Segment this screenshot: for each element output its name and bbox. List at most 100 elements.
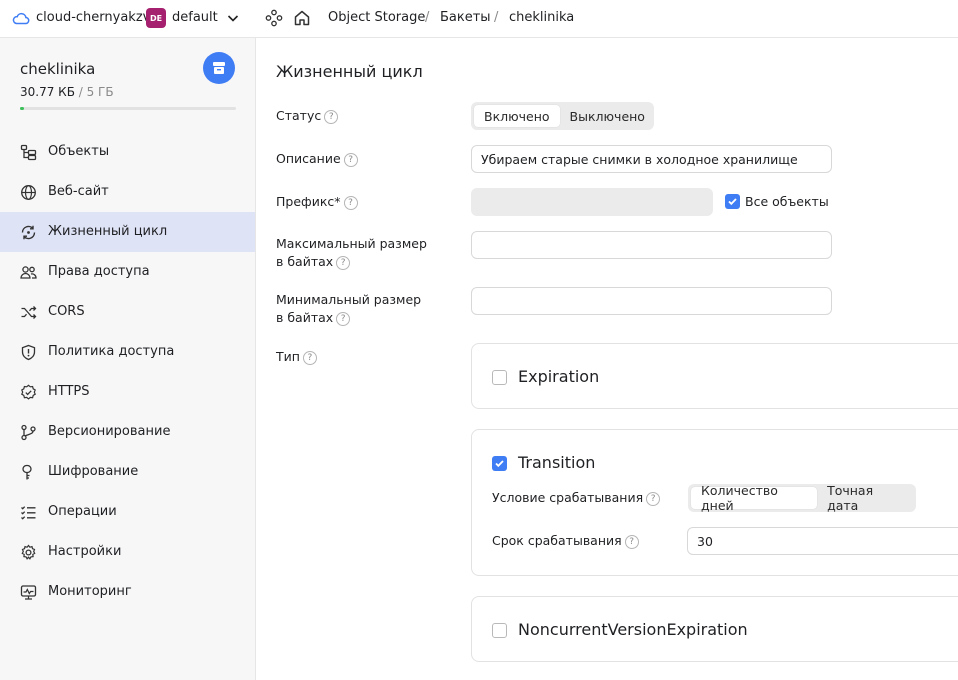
help-icon[interactable]: ? xyxy=(624,534,639,549)
sidebar-item-website[interactable]: Веб-сайт xyxy=(0,172,255,212)
trigger-condition-segmented: Количество дней Точная дата xyxy=(688,483,916,513)
folder-badge: DE xyxy=(146,8,166,28)
sidebar: cheklinika 30.77 КБ / 5 ГБ Объекты Веб-с… xyxy=(0,38,256,680)
sidebar-item-label: Объекты xyxy=(48,144,110,159)
expiration-title: Expiration xyxy=(518,367,600,386)
all-objects-label: Все объекты xyxy=(745,194,829,209)
help-icon[interactable]: ? xyxy=(324,109,339,124)
help-icon[interactable]: ? xyxy=(646,491,661,506)
sidebar-item-label: Настройки xyxy=(48,544,122,559)
bucket-avatar xyxy=(203,52,235,84)
rule-card-noncurrent: NoncurrentVersionExpiration xyxy=(471,596,958,662)
top-bar: cloud-chernyakzv DE default Object Stora… xyxy=(0,0,958,38)
description-label-text: Описание xyxy=(276,151,341,166)
folder-name[interactable]: default xyxy=(172,10,218,25)
sidebar-item-label: Жизненный цикл xyxy=(48,224,168,239)
sidebar-item-https[interactable]: HTTPS xyxy=(0,372,255,412)
services-hub-icon[interactable] xyxy=(265,9,283,27)
min-size-label-line2: в байтах xyxy=(276,310,334,325)
sidebar-item-encryption[interactable]: Шифрование xyxy=(0,452,255,492)
bucket-usage: 30.77 КБ / 5 ГБ xyxy=(20,85,114,99)
sidebar-item-label: Версионирование xyxy=(48,424,171,439)
trigger-condition-label: Условие срабатывания? xyxy=(492,490,661,506)
chevron-down-icon[interactable] xyxy=(226,11,240,25)
rule-card-transition: Transition Условие срабатывания? Количес… xyxy=(471,429,958,576)
help-icon[interactable]: ? xyxy=(343,152,358,167)
max-size-label: Максимальный размер в байтах? xyxy=(276,235,427,271)
trigger-condition-label-text: Условие срабатывания xyxy=(492,490,644,505)
sidebar-item-cors[interactable]: CORS xyxy=(0,292,255,332)
checkbox-checked-icon xyxy=(725,194,740,209)
sidebar-item-operations[interactable]: Операции xyxy=(0,492,255,532)
sidebar-item-label: HTTPS xyxy=(48,384,90,399)
transition-title: Transition xyxy=(518,453,596,472)
trigger-period-input[interactable]: 30 xyxy=(687,527,958,555)
status-label-text: Статус xyxy=(276,108,322,123)
help-icon[interactable]: ? xyxy=(336,255,351,270)
type-label-text: Тип xyxy=(276,349,300,364)
key-icon xyxy=(22,464,32,480)
monitor-icon xyxy=(20,585,37,600)
status-segmented: Включено Выключено xyxy=(471,102,654,130)
sidebar-item-access-policy[interactable]: Политика доступа xyxy=(0,332,255,372)
users-icon xyxy=(20,266,37,279)
expiration-checkbox[interactable] xyxy=(492,370,507,385)
breadcrumb-object-storage[interactable]: Object Storage xyxy=(328,10,425,25)
page-title: Жизненный цикл xyxy=(276,62,423,81)
breadcrumb-separator: / xyxy=(494,10,499,25)
transition-checkbox[interactable] xyxy=(492,456,507,471)
bucket-name: cheklinika xyxy=(20,60,96,78)
shuffle-icon xyxy=(21,306,37,319)
description-input[interactable]: Убираем старые снимки в холодное хранили… xyxy=(471,145,832,173)
sidebar-item-objects[interactable]: Объекты xyxy=(0,132,255,172)
status-option-disabled[interactable]: Выключено xyxy=(560,105,655,127)
min-size-label-line1: Минимальный размер xyxy=(276,292,422,307)
min-size-input[interactable] xyxy=(471,287,832,315)
trigger-period-label: Срок срабатывания? xyxy=(492,533,639,549)
breadcrumb-current: cheklinika xyxy=(509,10,575,25)
cloud-name[interactable]: cloud-chernyakzv xyxy=(36,10,150,25)
prefix-input[interactable] xyxy=(471,188,713,216)
max-size-input[interactable] xyxy=(471,231,832,259)
status-label: Статус? xyxy=(276,107,339,125)
home-icon[interactable] xyxy=(293,9,311,27)
usage-total: / 5 ГБ xyxy=(78,85,114,99)
help-icon[interactable]: ? xyxy=(302,350,317,365)
sidebar-item-label: Веб-сайт xyxy=(48,184,109,199)
sidebar-item-versioning[interactable]: Версионирование xyxy=(0,412,255,452)
cloud-icon xyxy=(12,12,30,25)
noncurrent-checkbox[interactable] xyxy=(492,623,507,638)
usage-progress-bar xyxy=(20,107,236,110)
sidebar-item-settings[interactable]: Настройки xyxy=(0,532,255,572)
sidebar-item-label: Политика доступа xyxy=(48,344,175,359)
trigger-period-label-text: Срок срабатывания xyxy=(492,533,622,548)
status-option-enabled[interactable]: Включено xyxy=(474,105,560,127)
trigger-option-date[interactable]: Точная дата xyxy=(817,483,913,513)
trigger-option-days[interactable]: Количество дней xyxy=(691,483,818,513)
prefix-label-text: Префикс* xyxy=(276,194,341,209)
max-size-label-line2: в байтах xyxy=(276,254,334,269)
sidebar-item-label: Операции xyxy=(48,504,117,519)
prefix-label: Префикс*? xyxy=(276,193,358,211)
globe-icon xyxy=(21,185,36,200)
breadcrumb-buckets[interactable]: Бакеты xyxy=(440,10,491,25)
gear-icon xyxy=(21,544,36,560)
help-icon[interactable]: ? xyxy=(343,195,358,210)
help-icon[interactable]: ? xyxy=(336,311,351,326)
max-size-label-line1: Максимальный размер xyxy=(276,236,427,251)
sidebar-item-label: Мониторинг xyxy=(48,584,132,599)
shield-icon xyxy=(21,344,36,361)
sidebar-item-access-rights[interactable]: Права доступа xyxy=(0,252,255,292)
min-size-label: Минимальный размер в байтах? xyxy=(276,291,421,327)
main-content: Жизненный цикл Статус? Включено Выключен… xyxy=(256,38,958,680)
objects-icon xyxy=(20,144,37,161)
sidebar-item-label: Шифрование xyxy=(48,464,139,479)
rule-card-expiration: Expiration xyxy=(471,343,958,409)
all-objects-checkbox[interactable]: Все объекты xyxy=(725,194,829,209)
bucket-icon xyxy=(213,62,225,74)
type-label: Тип? xyxy=(276,348,317,366)
lifecycle-icon xyxy=(21,225,36,240)
sidebar-item-lifecycle[interactable]: Жизненный цикл xyxy=(0,212,255,252)
sidebar-item-label: CORS xyxy=(48,304,85,319)
sidebar-item-monitoring[interactable]: Мониторинг xyxy=(0,572,255,612)
